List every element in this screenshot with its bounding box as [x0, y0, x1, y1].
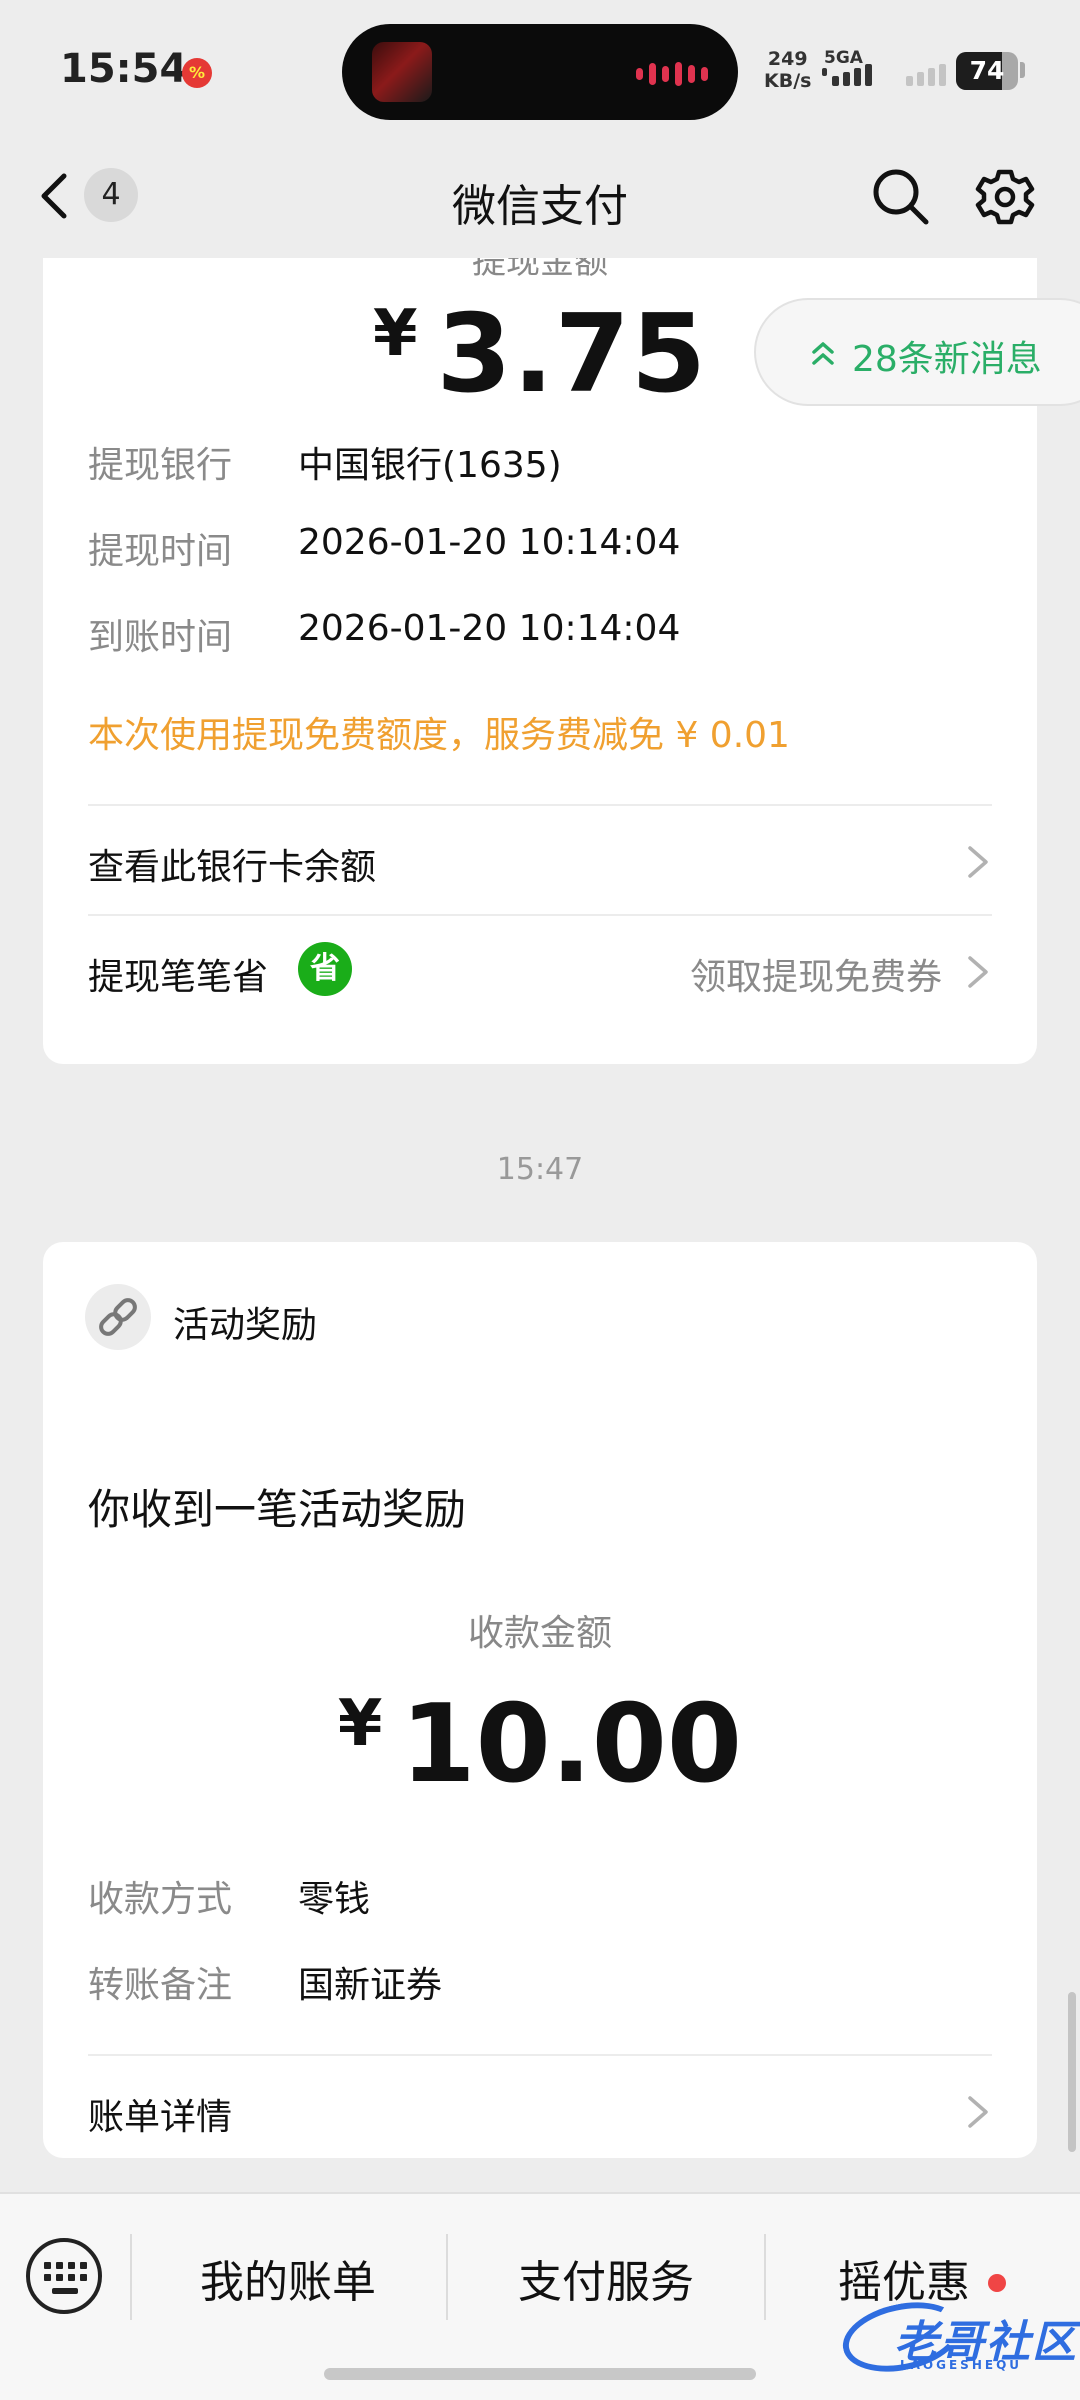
- status-time: 15:54: [60, 46, 188, 92]
- received-amount: ¥10.00: [337, 1682, 743, 1807]
- keyboard-toggle-button[interactable]: [26, 2238, 102, 2314]
- search-button[interactable]: [866, 162, 936, 232]
- new-messages-button[interactable]: 28条新消息: [754, 298, 1080, 406]
- chevron-right-icon: [968, 846, 988, 878]
- reward-title: 你收到一笔活动奖励: [88, 1485, 467, 1534]
- view-balance-link[interactable]: 查看此银行卡余额: [88, 808, 992, 908]
- claim-coupon-text: 领取提现免费券: [689, 957, 942, 998]
- watermark-logo: 老哥社区 LAOGESHEQU: [836, 2292, 1080, 2382]
- game-app-icon: [372, 42, 432, 102]
- search-icon: [873, 169, 929, 225]
- divider: [88, 804, 992, 806]
- keyboard-icon: [44, 2262, 87, 2281]
- link-icon-container: [85, 1284, 151, 1350]
- secondary-signal-icon: [906, 64, 946, 86]
- gear-icon: [975, 169, 1035, 225]
- battery-tip: [1020, 62, 1025, 78]
- withdraw-amount-label: 提现金额: [472, 258, 608, 282]
- battery-icon: 74: [956, 52, 1018, 90]
- status-bar: 15:54 % 249 KB/s 5GA 74: [0, 0, 1080, 140]
- reward-header: 活动奖励: [173, 1305, 318, 1346]
- chevron-right-icon: [968, 956, 988, 988]
- double-chevron-up-icon: [812, 342, 834, 365]
- menu-payment-services[interactable]: 支付服务: [448, 2246, 764, 2310]
- divider: [88, 2054, 992, 2056]
- reward-card[interactable]: 活动奖励 你收到一笔活动奖励 收款金额 ¥10.00 收款方式 零钱 转账备注 …: [43, 1242, 1037, 2158]
- fee-waiver-note: 本次使用提现免费额度，服务费减免 ¥ 0.01: [88, 715, 790, 756]
- notification-app-icon: %: [182, 58, 212, 88]
- network-speed: 249 KB/s: [764, 48, 812, 92]
- battery-level: 74: [969, 56, 1005, 85]
- dynamic-island[interactable]: [342, 24, 738, 120]
- audio-wave-icon: [636, 62, 708, 86]
- save-icon: 省: [298, 942, 352, 996]
- new-badge-dot: [988, 2274, 1006, 2292]
- chevron-right-icon: [968, 2096, 988, 2128]
- divider: [88, 914, 992, 916]
- received-amount-label: 收款金额: [467, 1613, 612, 1654]
- home-indicator[interactable]: [324, 2368, 756, 2380]
- menu-my-bills[interactable]: 我的账单: [130, 2246, 446, 2310]
- bill-details-link[interactable]: 账单详情: [88, 2058, 992, 2158]
- scrollbar-thumb[interactable]: [1068, 1992, 1076, 2152]
- nav-bar: 4 微信支付: [0, 140, 1080, 258]
- withdraw-save-link[interactable]: 提现笔笔省 省 领取提现免费券: [88, 918, 992, 1018]
- chat-content[interactable]: 提现金额 ¥3.75 提现银行 中国银行(1635) 提现时间 2026-01-…: [0, 258, 1080, 2192]
- message-timestamp: 15:47: [496, 1152, 584, 1187]
- settings-button[interactable]: [970, 162, 1040, 232]
- new-messages-count: 28条新消息: [852, 339, 1042, 380]
- link-icon: [99, 1298, 137, 1336]
